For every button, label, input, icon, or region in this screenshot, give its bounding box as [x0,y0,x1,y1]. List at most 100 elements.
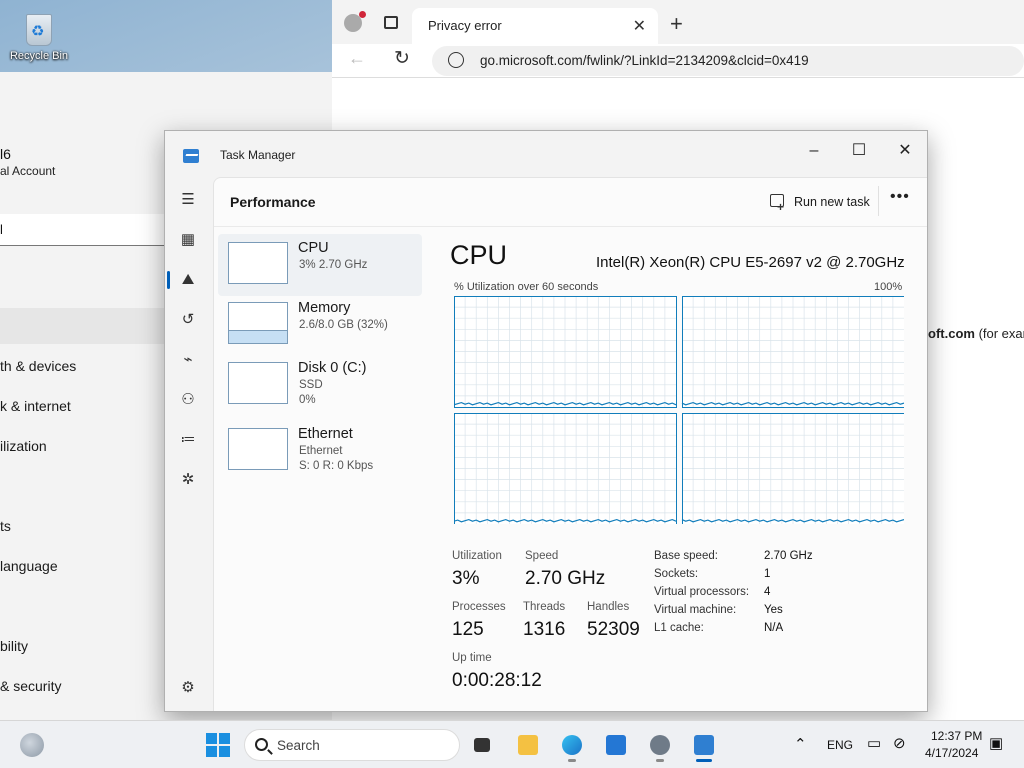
header-divider [214,226,927,227]
edge-button[interactable] [556,729,588,762]
run-new-task-button[interactable]: Run new task [770,192,870,217]
taskbar: Search ⌃ ENG ▭ ⊘ 12:37 PM 4/17/2024 ▣ [0,720,1024,768]
minimize-button[interactable]: – [792,137,836,165]
recycle-bin-icon: ♻ [22,8,56,48]
weather-widget-icon[interactable] [20,733,44,757]
address-bar-row: ← ↻ go.microsoft.com/fwlink/?LinkId=2134… [332,44,1024,78]
tab-actions-icon[interactable] [384,16,398,29]
task-manager-taskbar-button[interactable] [688,729,720,762]
device-sub: SSD [299,379,323,391]
device-disk[interactable]: Disk 0 (C:) SSD 0% [218,354,422,416]
startup-apps-icon[interactable]: ⌁ [177,349,199,371]
more-options-icon[interactable]: ••• [890,188,910,206]
run-task-icon [770,194,784,217]
address-bar[interactable]: go.microsoft.com/fwlink/?LinkId=2134209&… [432,46,1024,76]
memory-usage-fill [229,330,287,343]
address-url: go.microsoft.com/fwlink/?LinkId=2134209&… [480,53,809,68]
settings-nav-time-language[interactable]: language [0,558,58,574]
task-manager-app-icon [183,149,199,163]
handles-label: Handles [587,601,630,613]
device-name: Ethernet [298,426,353,442]
app-history-icon[interactable]: ↺ [177,309,199,331]
network-icon[interactable]: ▭ [867,734,881,752]
body-rest-text: (for exar [974,326,1024,341]
device-sub-2: 0% [299,394,316,406]
account-type: al Account [0,164,56,178]
device-sub: 2.6/8.0 GB (32%) [299,319,388,331]
close-tab-icon[interactable]: ✕ [633,16,646,36]
maximize-button[interactable]: ☐ [837,137,881,165]
processes-icon[interactable]: ▦ [177,229,199,251]
taskbar-search[interactable]: Search [244,729,460,761]
cpu-core-graph [681,413,904,524]
settings-running-indicator [656,759,664,762]
virtual-processors-value: 4 [764,586,771,598]
threads-value: 1316 [523,619,566,640]
device-name: CPU [298,240,329,256]
processes-label: Processes [452,601,506,613]
recycle-bin-shortcut[interactable]: ♻ Recycle Bin [6,8,72,62]
toolbar-separator [878,186,879,216]
back-icon[interactable]: ← [348,48,366,69]
details-icon[interactable]: ≔ [177,429,199,451]
title-bar[interactable]: Task Manager – ☐ ✕ [165,131,927,177]
profile-icon[interactable] [344,11,366,32]
edge-running-indicator [568,759,576,762]
device-sub: 3% 2.70 GHz [299,259,368,271]
handles-value: 52309 [587,619,640,640]
settings-nav-network[interactable]: k & internet [0,398,71,414]
tab-title: Privacy error [428,18,502,33]
page-body-text: oft.com (for exar [928,326,1024,341]
cpu-core-graph [681,296,904,408]
utilization-caption: % Utilization over 60 seconds [454,281,599,293]
start-button[interactable] [202,729,234,761]
clock-time[interactable]: 12:37 PM [931,729,982,743]
file-explorer-button[interactable] [512,729,544,761]
settings-nav-accessibility[interactable]: bility [0,638,28,654]
settings-nav-bluetooth[interactable]: th & devices [0,358,76,374]
settings-nav-accounts[interactable]: ts [0,518,11,534]
notifications-icon[interactable]: ▣ [989,734,1003,752]
cpu-model: Intel(R) Xeon(R) CPU E5-2697 v2 @ 2.70GH… [596,254,905,271]
settings-nav-privacy-security[interactable]: & security [0,678,61,694]
performance-icon[interactable]: ⛰ [177,269,199,291]
file-explorer-icon [518,735,538,755]
cpu-heading: CPU [450,240,508,270]
body-bold-domain: oft.com [928,326,975,341]
clock-date[interactable]: 4/17/2024 [925,746,978,760]
device-memory[interactable]: Memory 2.6/8.0 GB (32%) [218,294,422,356]
close-button[interactable]: ✕ [883,137,927,165]
find-setting-input[interactable]: l [0,214,170,246]
tab-privacy-error[interactable]: Privacy error ✕ [412,8,658,44]
device-ethernet[interactable]: Ethernet Ethernet S: 0 R: 0 Kbps [218,420,422,482]
device-name: Disk 0 (C:) [298,360,367,376]
l1-cache-value: N/A [764,622,784,634]
volume-muted-icon[interactable]: ⊘ [893,734,906,752]
device-name: Memory [298,300,351,316]
cpu-thumbnail-graph [228,242,288,284]
sockets-value: 1 [764,568,771,580]
task-manager-active-indicator [696,759,712,762]
input-language[interactable]: ENG [827,738,853,752]
utilization-max: 100% [874,281,903,293]
run-new-task-label: Run new task [794,195,870,209]
page-title: Performance [230,194,316,210]
watermark-line-2: lease.240309-1400 [928,701,1023,713]
store-button[interactable] [600,729,632,761]
refresh-icon[interactable]: ↻ [394,47,410,70]
services-icon[interactable]: ✲ [177,469,199,491]
device-cpu[interactable]: CPU 3% 2.70 GHz [218,234,422,296]
uptime-value: 0:00:28:12 [452,670,542,691]
show-hidden-icons-chevron-icon[interactable]: ⌃ [794,735,807,753]
utilization-value: 3% [452,568,480,589]
base-speed-value: 2.70 GHz [764,550,813,562]
settings-nav-personalization[interactable]: ilization [0,438,47,454]
performance-page: Performance Run new task ••• CPU 3% 2.70… [213,177,927,711]
task-view-button[interactable] [466,729,498,761]
selected-nav-highlight [0,308,170,344]
settings-gear-icon[interactable]: ⚙ [177,677,199,699]
users-icon[interactable]: ⚇ [177,389,199,411]
settings-app-button[interactable] [644,729,676,762]
new-tab-icon[interactable]: + [670,11,683,37]
hamburger-menu-icon[interactable]: ☰ [177,189,199,211]
